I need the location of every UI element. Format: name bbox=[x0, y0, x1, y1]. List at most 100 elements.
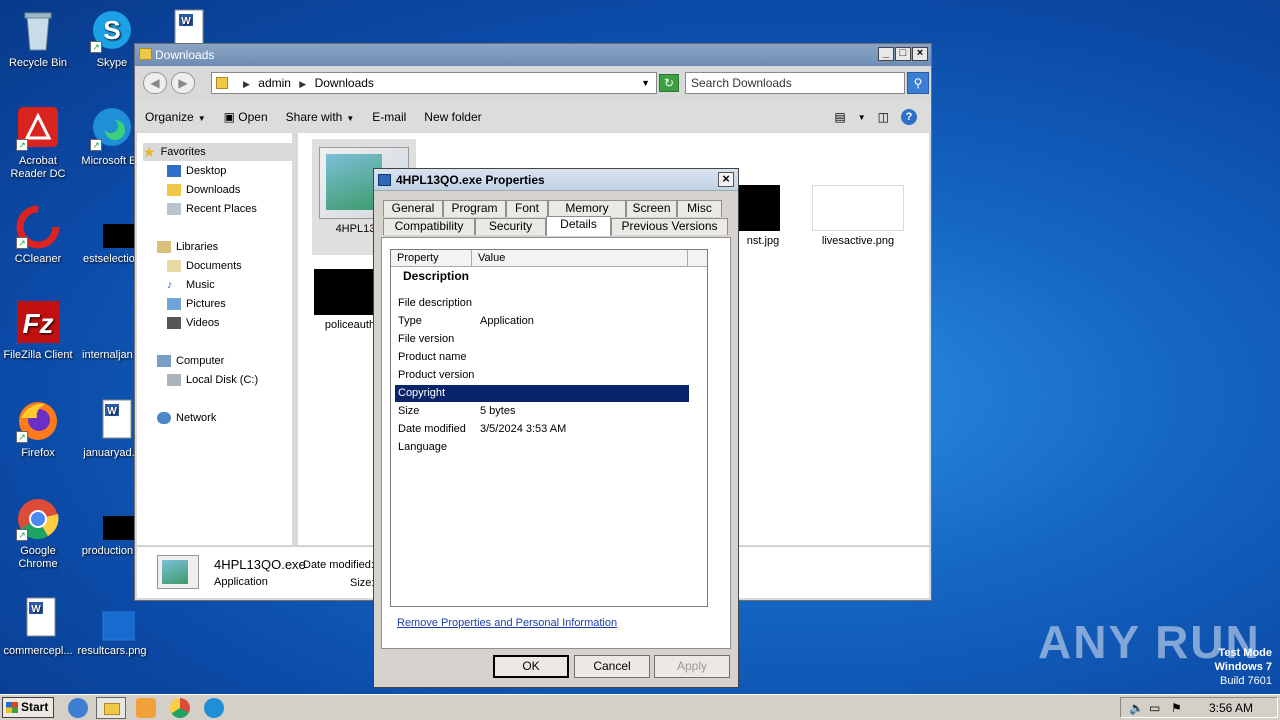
image-thumbnail bbox=[812, 185, 904, 231]
explorer-title-bar[interactable]: Downloads _ □ × bbox=[135, 44, 931, 66]
network-tray-icon[interactable]: ▭ bbox=[1149, 701, 1160, 715]
nav-music[interactable]: ♪ Music bbox=[167, 276, 215, 294]
open-button[interactable]: ▣ Open bbox=[224, 110, 268, 124]
column-divider[interactable] bbox=[687, 250, 688, 266]
tab-misc[interactable]: Misc bbox=[677, 200, 722, 217]
status-type: Application bbox=[214, 576, 268, 588]
clock[interactable]: 3:56 AM bbox=[1209, 701, 1253, 715]
property-row[interactable]: Product version bbox=[395, 367, 689, 384]
nav-pictures[interactable]: Pictures bbox=[167, 295, 226, 313]
breadcrumb-admin[interactable]: admin bbox=[258, 76, 291, 90]
property-row[interactable]: Product name bbox=[395, 349, 689, 366]
nav-desktop[interactable]: Desktop bbox=[167, 162, 226, 180]
property-row[interactable]: Date modified 3/5/2024 3:53 AM bbox=[395, 421, 689, 438]
address-bar[interactable]: ▶ admin ▶ Downloads ▼ bbox=[211, 72, 657, 94]
desktop-icon-resultcars[interactable]: resultcars.png bbox=[74, 596, 150, 658]
minimize-button[interactable]: _ bbox=[878, 47, 894, 61]
tab-screen[interactable]: Screen bbox=[626, 200, 677, 217]
tab-font[interactable]: Font bbox=[506, 200, 548, 217]
property-row[interactable]: Size 5 bytes bbox=[395, 403, 689, 420]
column-header-value[interactable]: Value bbox=[478, 252, 505, 264]
shortcut-arrow-icon: ↗ bbox=[90, 41, 102, 53]
desktop-icon-ccleaner[interactable]: ↗ CCleaner bbox=[0, 204, 76, 266]
apply-button[interactable]: Apply bbox=[654, 655, 730, 678]
forward-button[interactable]: ▶ bbox=[171, 72, 195, 94]
chevron-down-icon[interactable]: ▼ bbox=[641, 73, 650, 93]
tab-previous-versions[interactable]: Previous Versions bbox=[611, 218, 728, 235]
close-button[interactable]: × bbox=[912, 47, 928, 61]
cancel-button[interactable]: Cancel bbox=[574, 655, 650, 678]
start-button[interactable]: Start bbox=[2, 697, 54, 718]
desktop-icon-recycle-bin[interactable]: Recycle Bin bbox=[0, 8, 76, 70]
nav-documents[interactable]: Documents bbox=[167, 257, 242, 275]
explorer-taskbar-button[interactable] bbox=[96, 697, 126, 719]
nav-local-disk[interactable]: Local Disk (C:) bbox=[167, 371, 258, 389]
tab-program[interactable]: Program bbox=[443, 200, 506, 217]
property-row[interactable]: File description bbox=[395, 295, 689, 312]
close-button[interactable]: × bbox=[718, 172, 734, 187]
tab-security[interactable]: Security bbox=[475, 218, 546, 235]
test-mode-watermark: Test Mode Windows 7 Build 7601 bbox=[1214, 647, 1272, 687]
maximize-button[interactable]: □ bbox=[895, 47, 911, 61]
properties-dialog: 4HPL13QO.exe Properties × General Progra… bbox=[373, 168, 739, 688]
system-tray: 🔈 ▭ ⚑ 3:56 AM bbox=[1120, 697, 1278, 718]
column-header-property[interactable]: Property bbox=[397, 252, 439, 264]
shortcut-arrow-icon: ↗ bbox=[16, 529, 28, 541]
edge-icon: ↗ bbox=[89, 106, 135, 152]
preview-pane-icon[interactable]: ◫ bbox=[878, 110, 889, 124]
new-folder-button[interactable]: New folder bbox=[424, 110, 481, 124]
file-item-nst-jpg[interactable]: nst.jpg bbox=[738, 185, 788, 247]
edge-icon[interactable] bbox=[204, 698, 224, 718]
organize-button[interactable]: Organize ▼ bbox=[145, 110, 206, 124]
desktop-icon-acrobat[interactable]: ↗ Acrobat Reader DC bbox=[0, 106, 76, 181]
internet-explorer-icon[interactable] bbox=[68, 698, 88, 718]
refresh-button[interactable]: ↻ bbox=[659, 74, 679, 92]
acrobat-icon: ↗ bbox=[15, 106, 61, 152]
folder-icon bbox=[216, 77, 228, 89]
tab-general[interactable]: General bbox=[383, 200, 443, 217]
help-icon[interactable]: ? bbox=[901, 109, 917, 125]
application-icon bbox=[378, 174, 391, 186]
tab-compatibility[interactable]: Compatibility bbox=[383, 218, 475, 235]
chrome-icon[interactable] bbox=[170, 698, 190, 718]
dialog-title-bar[interactable]: 4HPL13QO.exe Properties × bbox=[374, 169, 738, 191]
desktop-icon-firefox[interactable]: ↗ Firefox bbox=[0, 398, 76, 460]
back-button[interactable]: ◀ bbox=[143, 72, 167, 94]
shortcut-arrow-icon: ↗ bbox=[90, 139, 102, 151]
breadcrumb-downloads[interactable]: Downloads bbox=[315, 76, 374, 90]
nav-favorites[interactable]: ★ Favorites bbox=[143, 143, 293, 161]
windows-logo-icon bbox=[6, 702, 18, 713]
remove-properties-link[interactable]: Remove Properties and Personal Informati… bbox=[397, 617, 617, 629]
volume-icon[interactable]: 🔈 bbox=[1129, 701, 1144, 715]
nav-network[interactable]: Network bbox=[157, 409, 216, 427]
tab-details[interactable]: Details bbox=[546, 216, 611, 236]
share-with-button[interactable]: Share with ▼ bbox=[286, 110, 355, 124]
desktop-icon-filezilla[interactable]: Fz FileZilla Client bbox=[0, 300, 76, 362]
nav-libraries[interactable]: Libraries bbox=[157, 238, 218, 256]
property-row[interactable]: Language bbox=[395, 439, 689, 456]
view-icon[interactable]: ▤ bbox=[834, 110, 845, 124]
nav-downloads[interactable]: Downloads bbox=[167, 181, 240, 199]
ok-button[interactable]: OK bbox=[493, 655, 569, 678]
column-divider[interactable] bbox=[471, 250, 472, 266]
properties-list[interactable]: Property Value Description File descript… bbox=[390, 249, 708, 607]
pictures-icon bbox=[167, 298, 181, 310]
nav-videos[interactable]: Videos bbox=[167, 314, 219, 332]
search-icon[interactable]: ⚲ bbox=[907, 72, 929, 94]
file-item-livesactive-png[interactable]: livesactive.png bbox=[808, 185, 908, 247]
tab-memory[interactable]: Memory bbox=[548, 200, 626, 217]
nav-computer[interactable]: Computer bbox=[157, 352, 224, 370]
property-row-selected[interactable]: Copyright bbox=[395, 385, 689, 402]
search-input[interactable]: Search Downloads bbox=[685, 72, 905, 94]
nav-recent-places[interactable]: Recent Places bbox=[167, 200, 257, 218]
flag-icon[interactable]: ⚑ bbox=[1171, 701, 1182, 715]
property-row[interactable]: File version bbox=[395, 331, 689, 348]
dialog-title: 4HPL13QO.exe Properties bbox=[396, 173, 545, 187]
media-player-icon[interactable] bbox=[136, 698, 156, 718]
desktop-icon-commercepl[interactable]: W commercepl... bbox=[0, 596, 76, 658]
image-file-icon bbox=[89, 596, 150, 642]
chevron-down-icon[interactable]: ▼ bbox=[858, 113, 866, 122]
property-row[interactable]: Type Application bbox=[395, 313, 689, 330]
desktop-icon-chrome[interactable]: ↗ Google Chrome bbox=[0, 496, 76, 571]
email-button[interactable]: E-mail bbox=[372, 110, 406, 124]
